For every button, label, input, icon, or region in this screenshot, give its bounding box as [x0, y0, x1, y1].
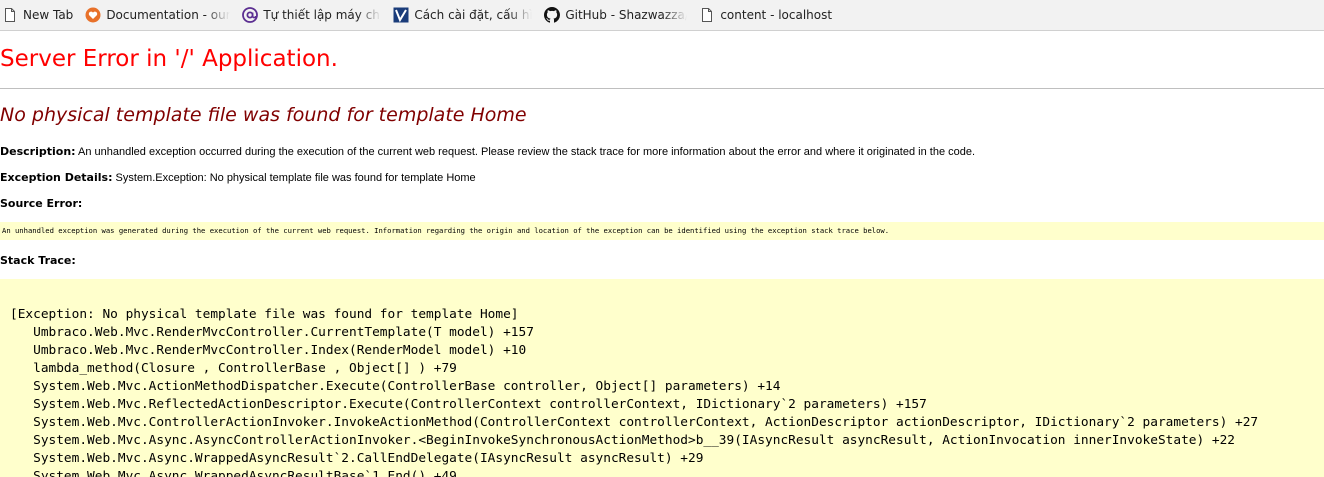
bookmark-install-guide[interactable]: Cách cài đặt, cấu hình [393, 3, 538, 27]
stack-trace-text: [Exception: No physical template file wa… [0, 279, 1324, 477]
description-text: An unhandled exception occurred during t… [78, 146, 976, 158]
bookmark-server-setup[interactable]: Tự thiết lập máy chủ c [242, 3, 387, 27]
source-error-box: An unhandled exception was generated dur… [0, 222, 1324, 240]
bookmark-label: Documentation - our [106, 8, 231, 22]
stack-trace-line: lambda_method(Closure , ControllerBase ,… [10, 361, 457, 376]
stack-trace-line: System.Web.Mvc.Async.AsyncControllerActi… [10, 433, 1235, 448]
stack-trace-line: Umbraco.Web.Mvc.RenderMvcController.Curr… [10, 325, 534, 340]
divider [0, 88, 1324, 89]
stack-trace-line: System.Web.Mvc.ActionMethodDispatcher.Ex… [10, 379, 781, 394]
stack-trace-label: Stack Trace: [0, 254, 76, 267]
bookmark-label: New Tab [23, 8, 74, 22]
bookmark-label: GitHub - Shazwazza/U [565, 8, 688, 22]
page-icon [5, 8, 15, 22]
stack-trace-line: System.Web.Mvc.ControllerActionInvoker.I… [10, 415, 1259, 430]
umbraco-heart-icon [85, 7, 101, 23]
bookmark-label: Cách cài đặt, cấu hình [414, 8, 533, 22]
vn-logo-icon [393, 7, 409, 23]
stack-trace-line: System.Web.Mvc.ReflectedActionDescriptor… [10, 397, 927, 412]
bookmark-label: Tự thiết lập máy chủ c [263, 8, 381, 22]
bookmark-new-tab[interactable]: New Tab [2, 3, 79, 27]
github-icon [544, 7, 561, 23]
exception-details-text: System.Exception: No physical template f… [115, 172, 476, 184]
stack-trace-line: System.Web.Mvc.Async.WrappedAsyncResultB… [10, 469, 457, 477]
exception-details-line: Exception Details: System.Exception: No … [0, 171, 476, 184]
description-label: Description: [0, 145, 76, 158]
page-icon [702, 8, 713, 22]
bookmark-documentation[interactable]: Documentation - our [85, 3, 236, 27]
source-error-label: Source Error: [0, 197, 83, 210]
description-line: Description: An unhandled exception occu… [0, 145, 975, 158]
at-sign-icon [242, 7, 259, 23]
page-title: Server Error in '/' Application. [0, 46, 338, 72]
stack-trace-line: Umbraco.Web.Mvc.RenderMvcController.Inde… [10, 343, 527, 358]
bookmarks-bar: New Tab Documentation - our Tự thiết lập… [0, 0, 1324, 31]
stack-trace-line: [Exception: No physical template file wa… [10, 307, 519, 322]
stack-trace-line: System.Web.Mvc.Async.WrappedAsyncResult`… [10, 451, 704, 466]
bookmark-content-localhost[interactable]: content - localhost [699, 3, 838, 27]
error-subtitle: No physical template file was found for … [0, 104, 527, 126]
bookmark-label: content - localhost [720, 8, 833, 22]
exception-details-label: Exception Details: [0, 171, 113, 184]
stack-trace-box: [Exception: No physical template file wa… [0, 279, 1324, 477]
bookmark-github[interactable]: GitHub - Shazwazza/U [544, 3, 693, 27]
